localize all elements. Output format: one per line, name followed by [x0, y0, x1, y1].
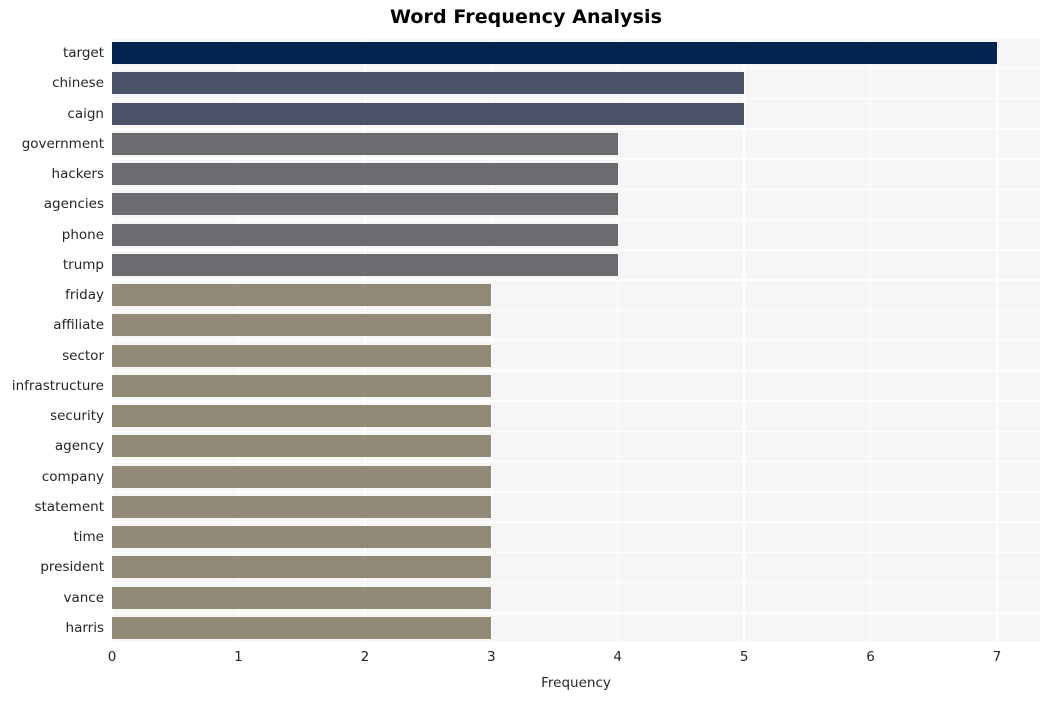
y-axis-tick-label: phone — [61, 226, 104, 243]
y-axis-tick-label: president — [40, 559, 104, 576]
bar — [112, 42, 997, 65]
x-axis-title: Frequency — [541, 675, 611, 691]
x-axis-tick-label: 0 — [107, 649, 117, 665]
y-axis-tick-label: infrastructure — [11, 377, 104, 394]
bar — [112, 284, 492, 307]
y-axis-tick-label: time — [73, 529, 104, 546]
y-axis-tick-label: agencies — [43, 196, 104, 213]
bar — [112, 616, 492, 639]
x-axis-tick-label: 6 — [866, 649, 875, 665]
y-axis-tick-label: company — [41, 468, 104, 485]
bar — [112, 72, 745, 95]
bar-series — [112, 38, 1040, 643]
y-axis-tick-label: statement — [34, 498, 104, 515]
bar — [112, 586, 492, 609]
bar — [112, 102, 745, 125]
y-axis-tick-label: caign — [67, 105, 104, 122]
y-axis-tick-label: hackers — [51, 166, 104, 183]
bar — [112, 314, 492, 337]
y-axis-tick-label: security — [50, 408, 104, 425]
chart-title: Word Frequency Analysis — [389, 6, 663, 28]
y-axis-tick-label: government — [21, 135, 104, 152]
word-frequency-chart-figure: Word Frequency Analysis target chinese cai… — [0, 0, 1052, 701]
y-axis-tick-labels: target chinese caign government hackers agenc… — [0, 38, 104, 643]
y-axis-tick-label: target — [62, 45, 104, 62]
y-axis-tick-label: sector — [62, 347, 104, 364]
plot-area — [112, 38, 1040, 643]
bar — [112, 374, 492, 397]
x-axis-tick-label: 4 — [613, 649, 623, 665]
bar — [112, 253, 618, 276]
y-axis-tick-label: friday — [65, 287, 104, 304]
y-axis-tick-label: affiliate — [53, 317, 104, 334]
bar — [112, 495, 492, 518]
x-axis-tick-label: 5 — [739, 649, 749, 665]
bar — [112, 223, 618, 246]
bar — [112, 556, 492, 579]
y-axis-tick-label: chinese — [52, 75, 104, 92]
x-axis-tick-label: 3 — [486, 649, 496, 665]
bar — [112, 465, 492, 488]
bar — [112, 132, 618, 155]
bar — [112, 435, 492, 458]
y-axis-tick-label: harris — [65, 619, 104, 636]
bar — [112, 163, 618, 186]
y-axis-tick-label: vance — [63, 589, 104, 606]
x-axis-tick-label: 1 — [234, 649, 243, 665]
bar — [112, 405, 492, 428]
x-axis-tick-label: 2 — [360, 649, 370, 665]
x-axis-tick-label: 7 — [992, 649, 1002, 665]
bar — [112, 344, 492, 367]
y-axis-tick-label: agency — [54, 438, 104, 455]
bar — [112, 526, 492, 549]
bar — [112, 193, 618, 216]
x-axis-tick-labels: 0 1 2 3 4 5 6 7 — [0, 649, 1052, 671]
y-axis-tick-label: trump — [62, 256, 104, 273]
